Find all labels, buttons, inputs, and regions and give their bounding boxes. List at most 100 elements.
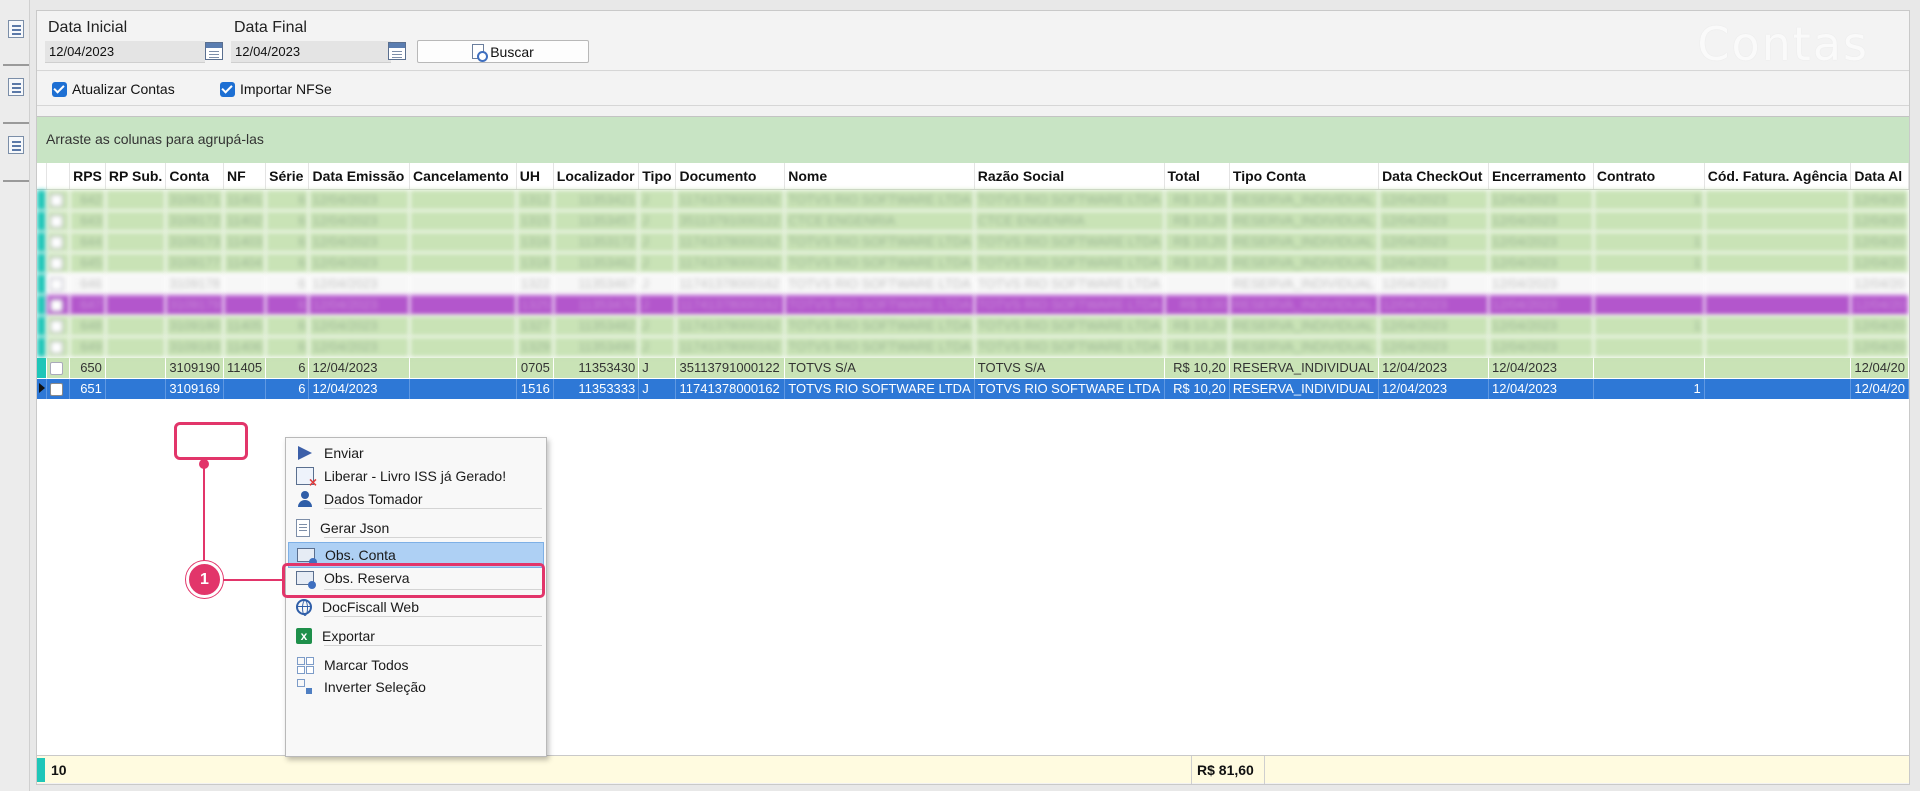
- table-cell[interactable]: 3109183: [165, 336, 224, 358]
- table-cell[interactable]: 3109173: [165, 231, 224, 253]
- group-by-bar[interactable]: Arraste as colunas para agrupá-las: [37, 117, 1909, 163]
- atualizar-contas-checkbox[interactable]: Atualizar Contas: [52, 81, 175, 97]
- column-header[interactable]: Tipo: [638, 163, 677, 190]
- table-cell[interactable]: RESERVA_INDIVIDUAL: [1229, 336, 1380, 358]
- table-cell[interactable]: J: [638, 294, 677, 316]
- table-cell[interactable]: 0705: [516, 357, 554, 379]
- toolbar-button-list[interactable]: [3, 128, 29, 182]
- table-cell[interactable]: 648: [69, 315, 106, 337]
- table-cell[interactable]: 6: [265, 294, 310, 316]
- table-cell[interactable]: TOTVS RIO SOFTWARE LTDA: [784, 252, 975, 274]
- table-cell[interactable]: 12/04/2023: [1378, 336, 1489, 358]
- calendar-icon[interactable]: [205, 42, 223, 60]
- row-checkbox[interactable]: [49, 383, 63, 397]
- table-row[interactable]: 649 3109183 11406 6 12/04/2023 1329 11353490 J 1…: [37, 336, 1909, 358]
- table-cell[interactable]: [223, 273, 267, 295]
- table-cell[interactable]: J: [638, 336, 677, 358]
- table-cell[interactable]: 1316: [516, 231, 554, 253]
- row-checkbox[interactable]: [49, 236, 63, 250]
- table-cell[interactable]: [105, 273, 167, 295]
- data-inicial-field[interactable]: 12/04/2023: [45, 41, 205, 63]
- table-cell[interactable]: [409, 273, 517, 295]
- column-header[interactable]: Encerramento: [1488, 163, 1594, 190]
- table-cell[interactable]: [409, 315, 517, 337]
- column-header[interactable]: Conta: [165, 163, 224, 190]
- table-cell[interactable]: 11353430: [553, 357, 640, 379]
- table-cell[interactable]: 11741378000162: [675, 294, 786, 316]
- table-cell[interactable]: 3109177: [165, 252, 224, 274]
- table-cell[interactable]: 6: [265, 189, 310, 211]
- row-checkbox[interactable]: [49, 320, 63, 334]
- table-cell[interactable]: 12/04/2023: [1488, 189, 1594, 211]
- table-cell[interactable]: 12/04/2023: [308, 315, 411, 337]
- table-cell[interactable]: 12/04/2023: [308, 252, 411, 274]
- column-header[interactable]: Total: [1164, 163, 1230, 190]
- table-cell[interactable]: 11353482: [553, 315, 640, 337]
- table-cell[interactable]: 1329: [516, 336, 554, 358]
- table-cell[interactable]: 3109169: [165, 378, 224, 400]
- table-cell[interactable]: TOTVS RIO SOFTWARE LTDA: [784, 315, 975, 337]
- table-cell[interactable]: [1704, 252, 1852, 274]
- table-cell[interactable]: TOTVS RIO SOFTWARE LTDA: [784, 231, 975, 253]
- table-cell[interactable]: 35113791000122: [675, 210, 786, 232]
- table-cell[interactable]: TOTVS RIO SOFTWARE LTDA: [974, 273, 1165, 295]
- table-cell[interactable]: J: [638, 210, 677, 232]
- table-cell[interactable]: [409, 357, 517, 379]
- row-checkbox[interactable]: [49, 341, 63, 355]
- table-cell[interactable]: 12/04/2023: [308, 357, 411, 379]
- table-cell[interactable]: R$ 10,20: [1164, 252, 1230, 274]
- table-cell[interactable]: 647: [69, 294, 106, 316]
- table-cell[interactable]: J: [638, 273, 677, 295]
- table-cell[interactable]: 1: [1593, 252, 1705, 274]
- table-cell[interactable]: [409, 189, 517, 211]
- table-cell[interactable]: J: [638, 315, 677, 337]
- table-cell[interactable]: 1: [1593, 378, 1705, 400]
- table-cell[interactable]: 1: [1593, 231, 1705, 253]
- table-cell[interactable]: 11741378000162: [675, 252, 786, 274]
- column-header[interactable]: Cód. Fatura. Agência: [1704, 163, 1852, 190]
- column-header[interactable]: Cancelamento: [409, 163, 517, 190]
- table-cell[interactable]: 11403: [223, 231, 267, 253]
- table-cell[interactable]: 642: [69, 189, 106, 211]
- table-cell[interactable]: TOTVS RIO SOFTWARE LTDA: [784, 336, 975, 358]
- table-cell[interactable]: 12/04/2023: [1378, 378, 1489, 400]
- table-row[interactable]: 646 3109178 6 12/04/2023 1322 11353467 J 117413…: [37, 273, 1909, 295]
- table-cell[interactable]: 11402: [223, 210, 267, 232]
- table-cell[interactable]: 12/04/2023: [1378, 273, 1489, 295]
- table-cell[interactable]: 11353490: [553, 336, 640, 358]
- table-cell[interactable]: J: [638, 357, 677, 379]
- table-cell[interactable]: [105, 210, 167, 232]
- table-cell[interactable]: 6: [265, 357, 310, 379]
- table-cell[interactable]: [1704, 294, 1852, 316]
- table-cell[interactable]: TOTVS RIO SOFTWARE LTDA: [974, 378, 1165, 400]
- column-header[interactable]: Contrato: [1593, 163, 1705, 190]
- table-cell[interactable]: 12/04/20: [1850, 378, 1909, 400]
- table-cell[interactable]: 1312: [516, 189, 554, 211]
- table-cell[interactable]: 11405: [223, 357, 267, 379]
- table-cell[interactable]: [409, 378, 517, 400]
- calendar-icon[interactable]: [388, 42, 406, 60]
- table-cell[interactable]: J: [638, 378, 677, 400]
- table-cell[interactable]: RESERVA_INDIVIDUAL: [1229, 315, 1380, 337]
- table-cell[interactable]: 650: [69, 357, 106, 379]
- table-cell[interactable]: 12/04/2023: [1488, 294, 1594, 316]
- table-cell[interactable]: 12/04/2023: [308, 210, 411, 232]
- column-header[interactable]: Nome: [784, 163, 975, 190]
- table-cell[interactable]: 3109179: [165, 294, 224, 316]
- table-cell[interactable]: 12/04/20: [1850, 252, 1909, 274]
- table-cell[interactable]: 11353333: [553, 378, 640, 400]
- table-cell[interactable]: 3109180: [165, 315, 224, 337]
- table-row[interactable]: 644 3109173 11403 6 12/04/2023 1316 11353172 J 1…: [37, 231, 1909, 253]
- table-cell[interactable]: R$ 10,20: [1164, 231, 1230, 253]
- table-cell[interactable]: CTCE ENGENRIA: [974, 210, 1165, 232]
- table-cell[interactable]: [105, 336, 167, 358]
- table-row[interactable]: 647 3109179 6 12/04/2023 1325 11353470 J 117413…: [37, 294, 1909, 316]
- table-cell[interactable]: R$ 10,20: [1164, 378, 1230, 400]
- table-cell[interactable]: TOTVS RIO SOFTWARE LTDA: [974, 315, 1165, 337]
- table-cell[interactable]: RESERVA_INDIVIDUAL: [1229, 210, 1380, 232]
- table-cell[interactable]: 12/04/20: [1850, 231, 1909, 253]
- column-header[interactable]: Data CheckOut: [1378, 163, 1489, 190]
- table-cell[interactable]: 3109178: [165, 273, 224, 295]
- column-header[interactable]: Data Al: [1850, 163, 1909, 190]
- table-row[interactable]: 650 3109190 11405 6 12/04/2023 0705 11353430 J 3…: [37, 357, 1909, 379]
